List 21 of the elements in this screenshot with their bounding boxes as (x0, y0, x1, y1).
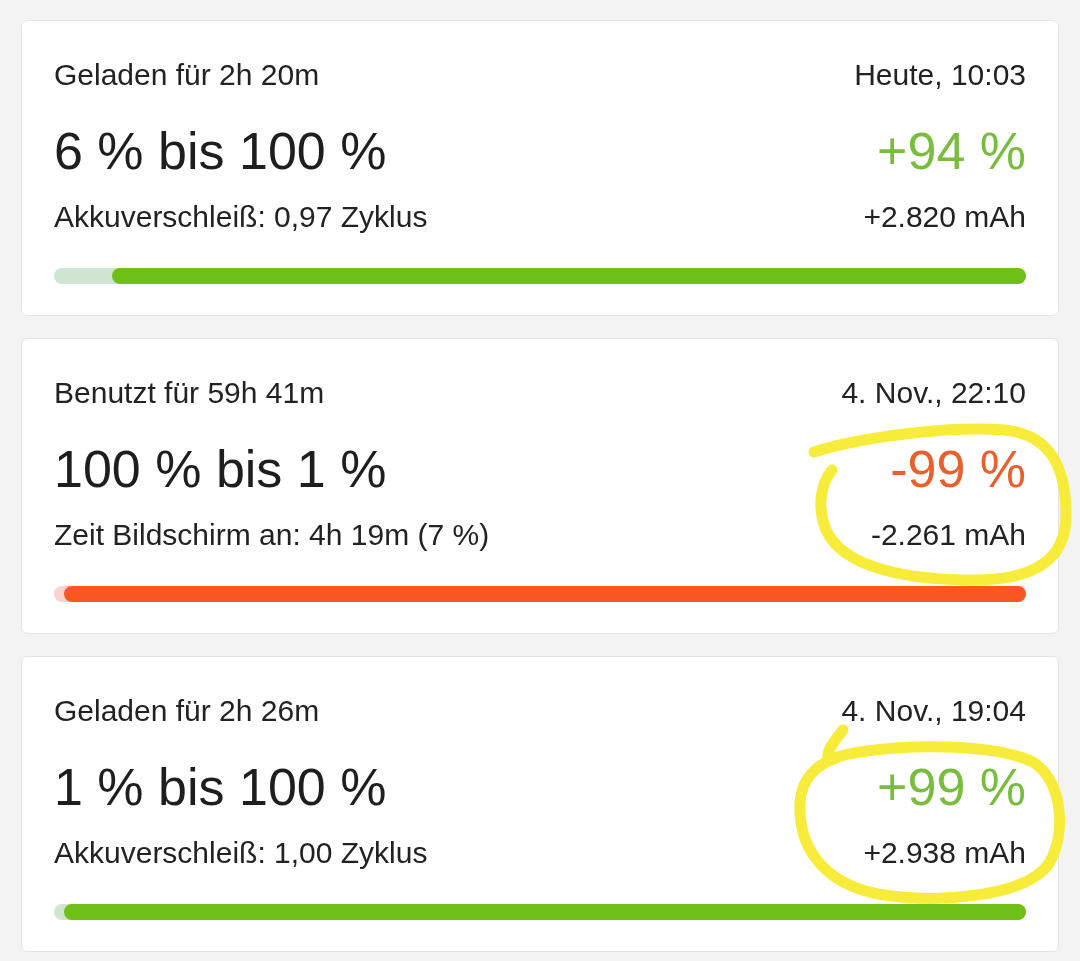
history-card[interactable]: Benutzt für 59h 41m 4. Nov., 22:10 100 % bis 1 % -99 % Zeit Bildschirm an: 4h 19m (7 %) -2.261 mAh (21, 338, 1059, 634)
capacity-change: +2.938 mAh (863, 836, 1026, 870)
history-card[interactable]: Geladen für 2h 26m 4. Nov., 19:04 1 % bis 100 % +99 % Akkuverschleiß: 1,00 Zyklus +2.938 mAh (21, 656, 1059, 952)
percent-change: -99 % (890, 439, 1026, 499)
detail-text: Zeit Bildschirm an: 4h 19m (7 %) (54, 518, 490, 552)
charge-range: 1 % bis 100 % (54, 757, 387, 817)
capacity-change: +2.820 mAh (863, 200, 1026, 234)
detail-text: Akkuverschleiß: 0,97 Zyklus (54, 200, 428, 234)
capacity-change: -2.261 mAh (870, 518, 1026, 552)
duration-label: Geladen für 2h 20m (54, 58, 320, 92)
date-time: Heute, 10:03 (854, 58, 1026, 92)
percent-change: +99 % (877, 757, 1026, 817)
detail-text: Akkuverschleiß: 1,00 Zyklus (54, 836, 428, 870)
duration-label: Benutzt für 59h 41m (54, 376, 325, 410)
history-card[interactable]: Geladen für 2h 20m Heute, 10:03 6 % bis 100 % +94 % Akkuverschleiß: 0,97 Zyklus +2.820 mAh (21, 20, 1059, 316)
duration-label: Geladen für 2h 26m (54, 694, 320, 728)
date-time: 4. Nov., 19:04 (841, 694, 1026, 728)
percent-change: +94 % (877, 121, 1026, 181)
charge-range: 6 % bis 100 % (54, 121, 387, 181)
date-time: 4. Nov., 22:10 (841, 376, 1026, 410)
charge-range: 100 % bis 1 % (54, 439, 387, 499)
